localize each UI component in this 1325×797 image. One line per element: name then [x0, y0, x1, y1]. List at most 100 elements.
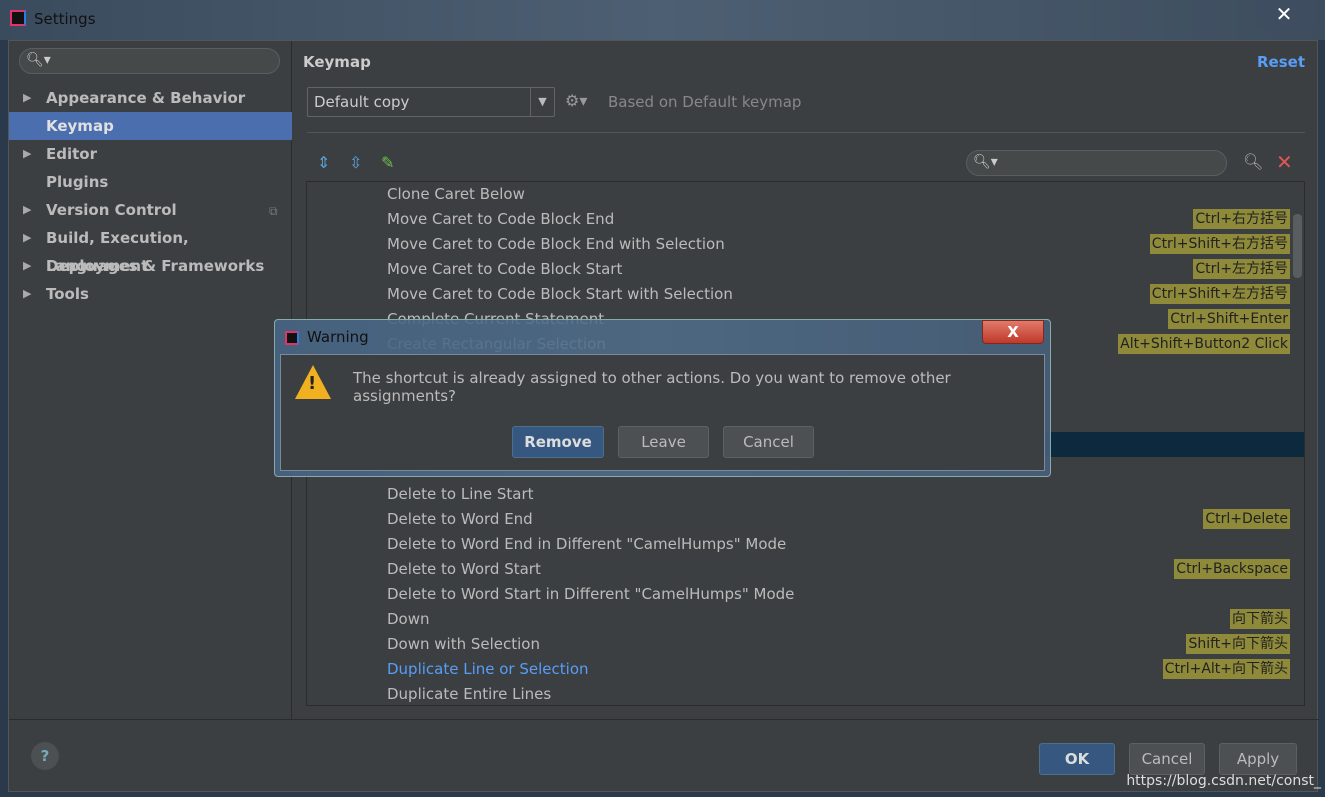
search-icon: 🔍︎▾ [26, 52, 51, 68]
action-name: Down [387, 610, 430, 628]
divider [307, 132, 1305, 133]
table-row[interactable]: Delete to Line Start [307, 482, 1304, 507]
window-title: Settings [34, 10, 96, 28]
dialog-close-button[interactable]: X [982, 320, 1044, 344]
intellij-app-icon [285, 331, 299, 345]
sidebar-item-plugins[interactable]: Plugins [9, 168, 292, 196]
dialog-body: ! The shortcut is already assigned to ot… [280, 354, 1045, 471]
shortcut-badge: Alt+Shift+Button2 Click [1118, 334, 1290, 354]
table-row[interactable]: Move Caret to Code Block End with Select… [307, 232, 1304, 257]
shortcut-badge: Ctrl+Shift+左方括号 [1149, 284, 1290, 304]
table-row[interactable]: Down 向下箭头 [307, 607, 1304, 632]
based-on-label: Based on Default keymap [608, 93, 802, 111]
shortcut-badge: Shift+向下箭头 [1186, 634, 1290, 654]
table-row[interactable]: Down with Selection Shift+向下箭头 [307, 632, 1304, 657]
shortcut-badge: 向下箭头 [1230, 609, 1290, 629]
expand-arrow-icon[interactable]: ▶ [23, 84, 31, 112]
warning-icon-mark: ! [308, 373, 317, 394]
sidebar-item-version-control[interactable]: ▶ Version Control [9, 196, 292, 224]
action-name: Move Caret to Code Block End [387, 210, 615, 228]
sidebar-item-editor[interactable]: ▶ Editor [9, 140, 292, 168]
action-name: Delete to Line Start [387, 485, 534, 503]
dialog-message: The shortcut is already assigned to othe… [353, 369, 951, 405]
remove-button[interactable]: Remove [512, 426, 604, 458]
cancel-button[interactable]: Cancel [1129, 743, 1205, 775]
edit-pencil-icon[interactable]: ✎ [381, 153, 394, 172]
action-name: Duplicate Entire Lines [387, 685, 552, 703]
sidebar: 🔍︎▾ ▶ Appearance & Behavior Keymap ▶ Editor P… [9, 41, 292, 719]
sidebar-item-label: Keymap [46, 117, 114, 135]
shortcut-badge: Ctrl+Backspace [1174, 559, 1290, 579]
help-button[interactable]: ? [31, 742, 59, 770]
settings-search-input[interactable]: 🔍︎▾ [19, 48, 280, 74]
expand-arrow-icon[interactable]: ▶ [23, 280, 31, 308]
action-name: Delete to Word End in Different "CamelHu… [387, 535, 787, 553]
shortcut-badge: Ctrl+Shift+Enter [1168, 309, 1290, 329]
expand-arrow-icon[interactable]: ▶ [23, 252, 31, 280]
sidebar-item-build-execution-deployment[interactable]: ▶ Build, Execution, Deployment [9, 224, 292, 275]
footer: ? OK Cancel Apply [9, 719, 1319, 793]
action-name: Delete to Word End [387, 510, 533, 528]
table-row[interactable]: Delete to Word End in Different "CamelHu… [307, 532, 1304, 557]
keymap-select-value: Default copy [314, 93, 410, 111]
sidebar-item-keymap[interactable]: Keymap [9, 112, 292, 140]
action-name: Move Caret to Code Block Start with Sele… [387, 285, 733, 303]
page-title: Keymap [303, 53, 371, 71]
action-name: Delete to Word Start [387, 560, 541, 578]
keymap-search-input[interactable]: 🔍︎▾ [966, 150, 1227, 176]
clear-filter-icon[interactable]: ✕ [1276, 150, 1293, 174]
sidebar-item-label: Appearance & Behavior [46, 89, 246, 107]
sidebar-item-label: Plugins [46, 173, 109, 191]
table-row[interactable]: Move Caret to Code Block Start Ctrl+左方括号 [307, 257, 1304, 282]
keymap-select[interactable]: Default copy ▼ [307, 87, 555, 117]
gear-icon[interactable]: ⚙▾ [565, 91, 587, 110]
window-close-button[interactable]: ✕ [1255, 0, 1313, 28]
expand-arrow-icon[interactable]: ▶ [23, 224, 31, 252]
intellij-app-icon [10, 10, 26, 26]
title-bar: Settings ✕ [0, 0, 1325, 40]
shortcut-badge: Ctrl+Alt+向下箭头 [1162, 659, 1290, 679]
chevron-down-icon[interactable]: ▼ [530, 88, 554, 116]
scrollbar[interactable] [1293, 214, 1302, 278]
action-name: Clone Caret Below [387, 185, 525, 203]
action-name: Duplicate Line or Selection [387, 660, 589, 678]
expand-arrow-icon[interactable]: ▶ [23, 196, 31, 224]
shortcut-badge: Ctrl+Shift+右方括号 [1149, 234, 1290, 254]
sidebar-item-languages-frameworks[interactable]: ▶ Languages & Frameworks [9, 252, 292, 280]
apply-button[interactable]: Apply [1219, 743, 1297, 775]
dialog-cancel-button[interactable]: Cancel [723, 426, 814, 458]
table-row[interactable]: Duplicate Line or Selection Ctrl+Alt+向下箭头 [307, 657, 1304, 682]
table-row[interactable]: Clone Caret Below [307, 182, 1304, 207]
reset-link[interactable]: Reset [1257, 53, 1305, 71]
shortcut-badge: Ctrl+右方括号 [1193, 209, 1290, 229]
action-name: Delete to Word Start in Different "Camel… [387, 585, 795, 603]
dialog-title: Warning [307, 328, 369, 346]
project-settings-icon: ⧉ [269, 204, 278, 218]
expand-all-icon[interactable]: ⇕ [317, 153, 330, 172]
table-row[interactable]: Move Caret to Code Block End Ctrl+右方括号 [307, 207, 1304, 232]
shortcut-badge: Ctrl+Delete [1203, 509, 1290, 529]
shortcut-badge: Ctrl+左方括号 [1193, 259, 1290, 279]
sidebar-item-tools[interactable]: ▶ Tools [9, 280, 292, 308]
search-icon: 🔍︎▾ [973, 154, 998, 170]
collapse-all-icon[interactable]: ⇳ [349, 153, 362, 172]
leave-button[interactable]: Leave [618, 426, 709, 458]
action-name: Move Caret to Code Block End with Select… [387, 235, 725, 253]
ok-button[interactable]: OK [1039, 743, 1115, 775]
action-name: Down with Selection [387, 635, 540, 653]
expand-arrow-icon[interactable]: ▶ [23, 140, 31, 168]
table-row[interactable]: Delete to Word End Ctrl+Delete [307, 507, 1304, 532]
sidebar-item-label: Version Control [46, 201, 177, 219]
table-row[interactable]: Delete to Word Start in Different "Camel… [307, 582, 1304, 607]
sidebar-item-appearance-behavior[interactable]: ▶ Appearance & Behavior [9, 84, 292, 112]
table-row[interactable]: Delete to Word Start Ctrl+Backspace [307, 557, 1304, 582]
table-row[interactable]: Duplicate Entire Lines [307, 682, 1304, 705]
sidebar-item-label: Tools [46, 285, 89, 303]
action-name: Move Caret to Code Block Start [387, 260, 623, 278]
warning-dialog: Warning X ! The shortcut is already assi… [274, 319, 1051, 477]
sidebar-item-label: Languages & Frameworks [46, 257, 265, 275]
watermark: https://blog.csdn.net/const_ [1126, 773, 1321, 789]
find-by-shortcut-icon[interactable]: 🔍︎ [1243, 152, 1263, 171]
table-row[interactable]: Move Caret to Code Block Start with Sele… [307, 282, 1304, 307]
sidebar-item-label: Editor [46, 145, 97, 163]
